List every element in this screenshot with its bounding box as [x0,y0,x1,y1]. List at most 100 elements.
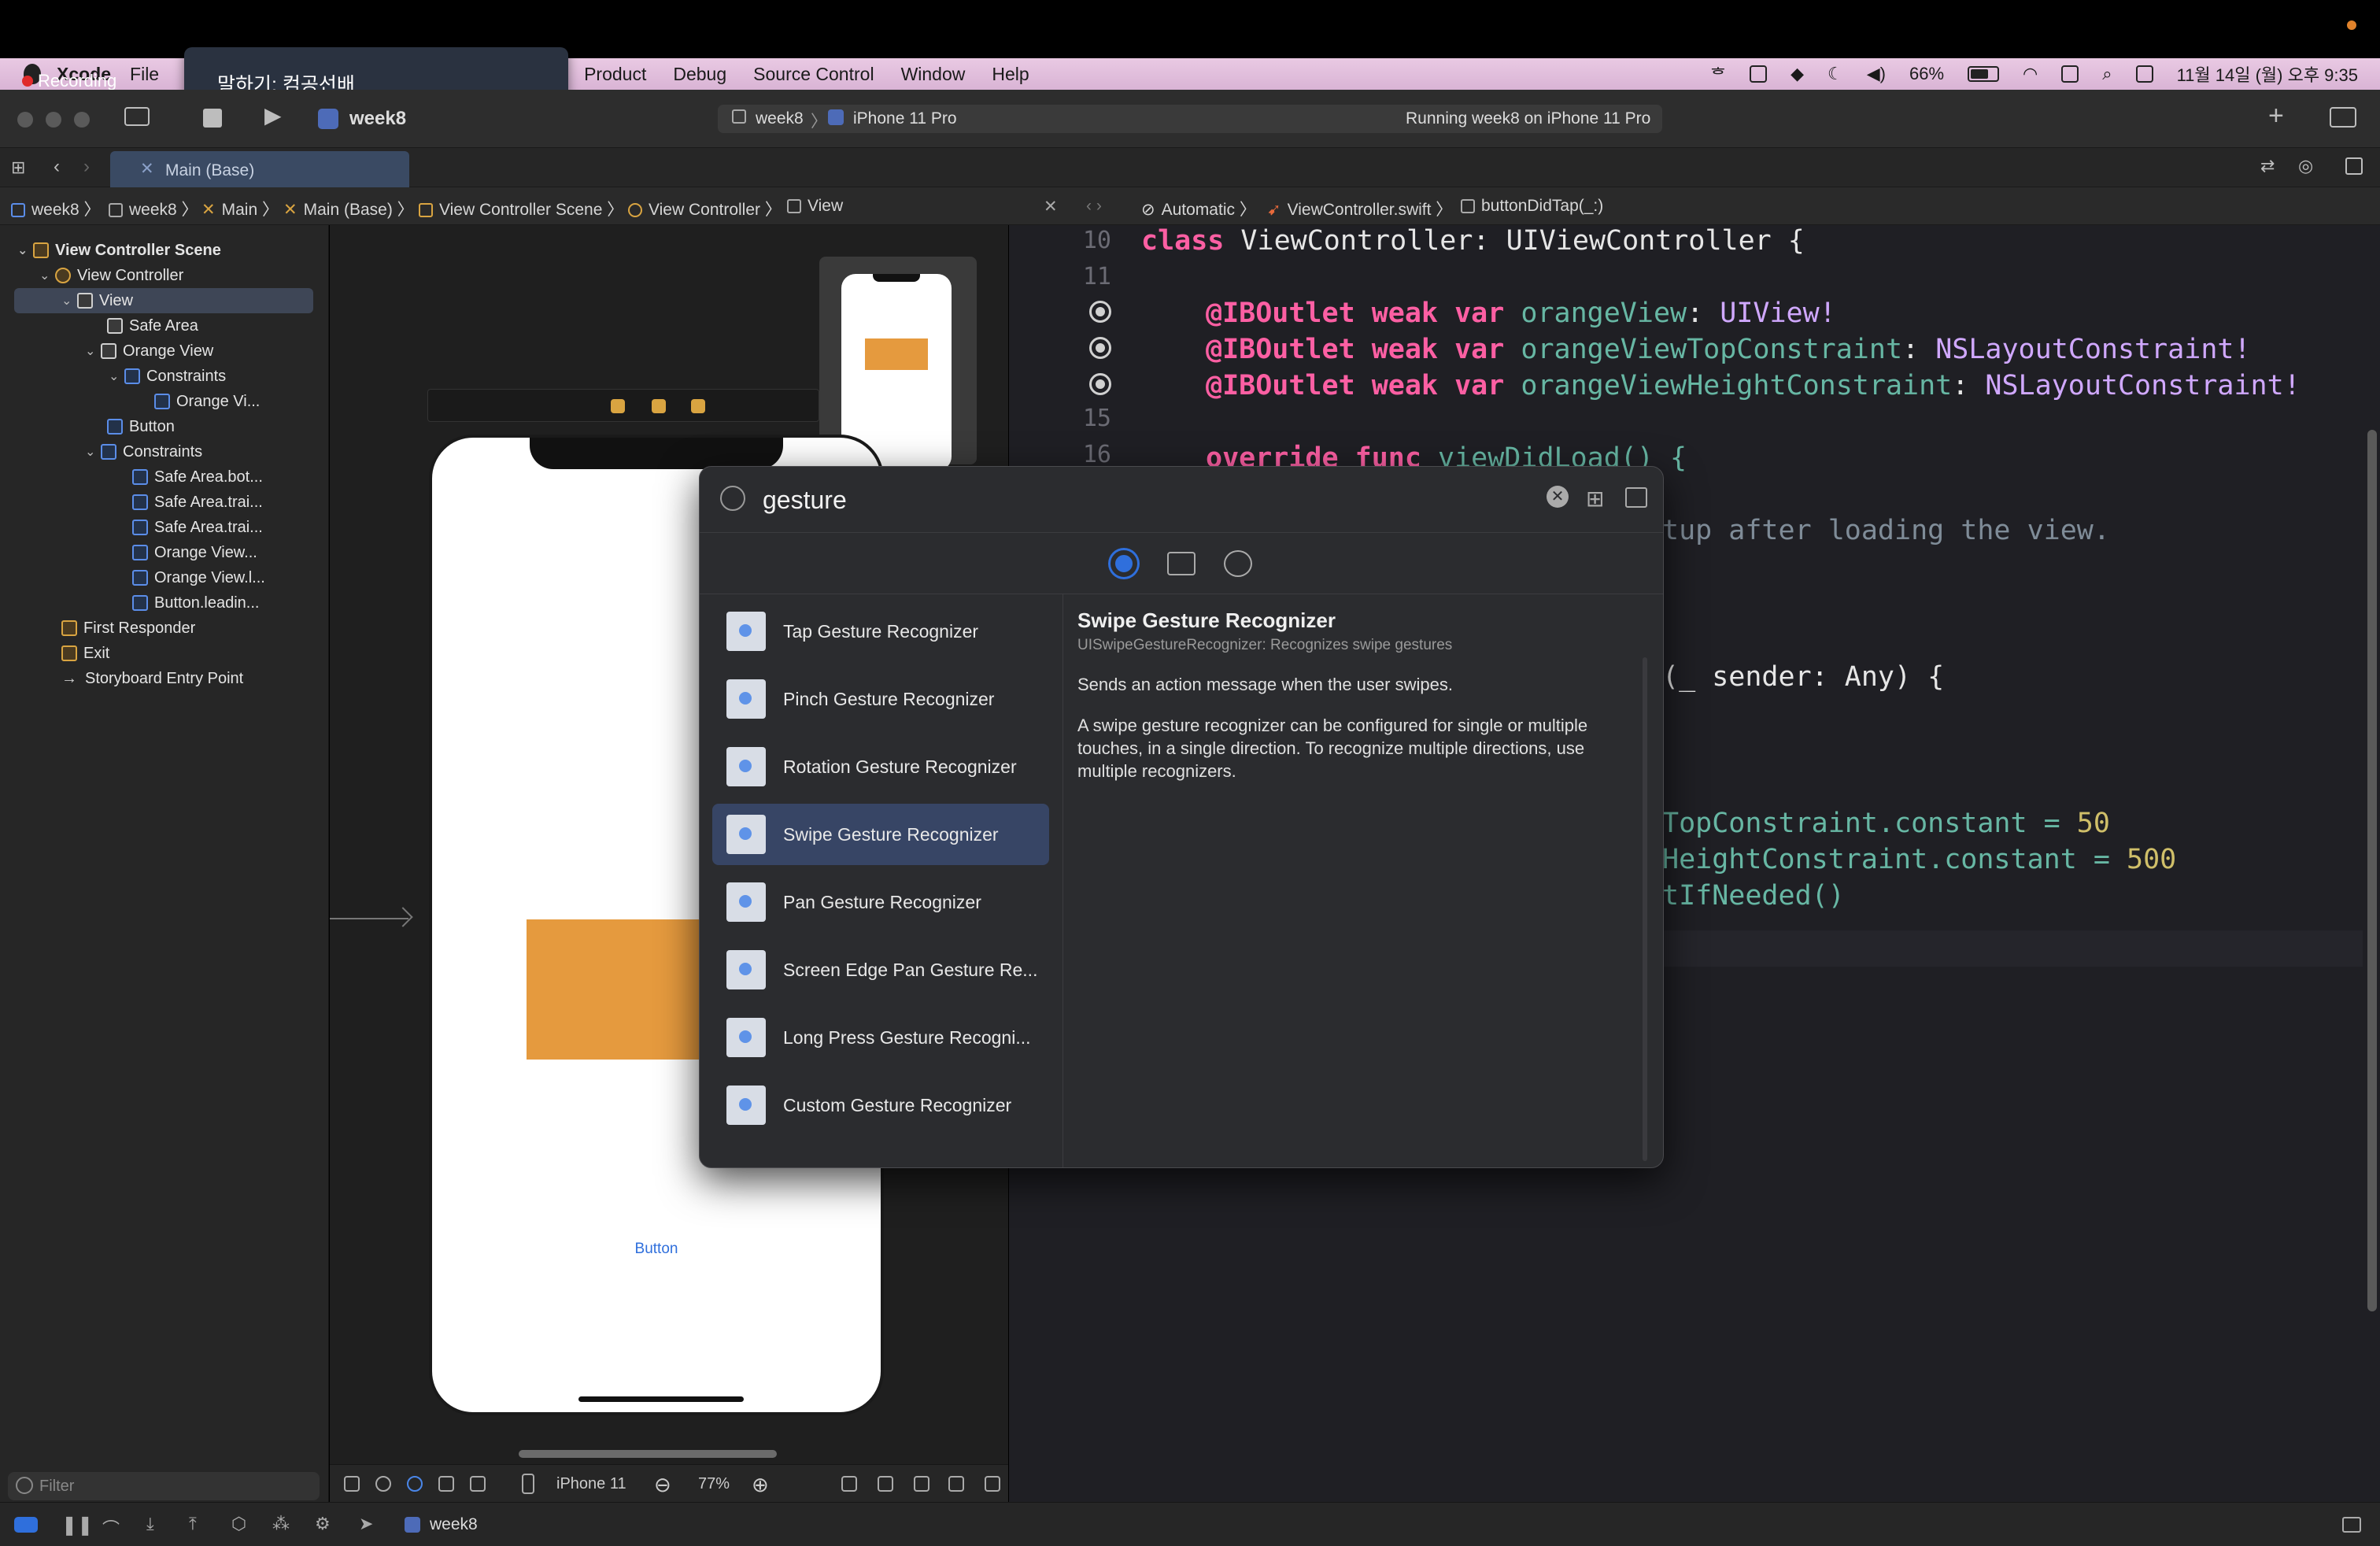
outline-row-constraint[interactable]: Orange View.l... [132,565,265,590]
breadcrumb-main[interactable]: ✕ Main 〉 [201,197,279,220]
scene-button[interactable]: Button [432,1241,881,1258]
minimize-window-icon[interactable] [46,112,61,128]
breadcrumb-swift-file[interactable]: ➹ ViewController.swift 〉 [1267,197,1452,220]
breadcrumb-scene[interactable]: View Controller Scene 〉 [419,197,623,220]
breadcrumb-main-base[interactable]: ✕ Main (Base) 〉 [283,197,414,220]
outline-row-view[interactable]: ⌄ View [14,288,313,313]
media-tab-icon[interactable] [1167,552,1196,575]
toggle-inspector-icon[interactable] [2330,107,2356,128]
toggle-outline-icon[interactable] [344,1476,360,1492]
library-item[interactable]: Custom Gesture Recognizer [712,1074,1049,1136]
align-icon[interactable] [878,1476,893,1492]
add-constraints-icon[interactable] [914,1476,929,1492]
swap-editor-icon[interactable]: ⇄ [2260,156,2275,176]
outline-row-constraint[interactable]: Safe Area.bot... [132,464,263,490]
colors-tab-icon[interactable] [1224,550,1252,577]
console-toggle-icon[interactable] [2342,1517,2361,1533]
library-item[interactable]: Long Press Gesture Recogni... [712,1007,1049,1068]
library-item[interactable]: Swipe Gesture Recognizer [712,804,1049,865]
clear-search-icon[interactable]: ✕ [1547,486,1569,508]
tab-main-base[interactable]: ✕ Main (Base) [110,151,409,187]
zoom-level[interactable]: 77% [698,1475,730,1493]
forward-icon[interactable]: › [83,156,90,178]
library-item[interactable]: Screen Edge Pan Gesture Re... [712,939,1049,1000]
outline-filter-field[interactable]: Filter [8,1472,320,1500]
scheme-selector[interactable]: week8 [756,109,804,128]
stop-button[interactable] [203,109,222,128]
environment-icon[interactable]: ⚙ [315,1514,331,1534]
pause-icon[interactable]: ❚❚ [61,1514,93,1537]
breadcrumb-folder[interactable]: week8 〉 [109,197,198,220]
window-layout-icon[interactable] [1750,65,1768,83]
step-over-icon[interactable]: ⌒ [102,1515,120,1540]
zoom-out-icon[interactable]: ⊖ [654,1473,671,1497]
location-icon[interactable]: ➤ [359,1514,373,1534]
outline-row-constraint[interactable]: Button.leadin... [132,590,259,616]
step-out-icon[interactable]: ⤒ [189,1514,197,1534]
outline-row-entry-point[interactable]: → Storyboard Entry Point [61,666,243,691]
view-hierarchy-icon[interactable]: ⬡ [231,1514,246,1534]
library-search-input[interactable] [763,481,1471,519]
objects-tab-icon[interactable] [1111,550,1137,577]
horizontal-scrollbar[interactable] [519,1450,777,1458]
outline-row-constraint[interactable]: Safe Area.trai... [132,490,263,515]
outline-row-constraint[interactable]: Safe Area.trai... [132,515,263,540]
embed-in-icon[interactable] [985,1476,1000,1492]
view-controller-icon[interactable] [611,399,625,413]
device-selector[interactable]: iPhone 11 Pro [853,109,957,128]
wifi-icon[interactable]: ◠ [2023,64,2038,84]
library-item[interactable]: Pan Gesture Recognizer [712,871,1049,933]
outline-row-constraint[interactable]: Orange View... [132,540,257,565]
detail-view-icon[interactable] [1625,487,1647,508]
adjust-editor-icon[interactable]: ◎ [2298,156,2313,176]
outline-row-constraints[interactable]: ⌄ Constraints [85,439,202,464]
detail-scrollbar[interactable] [1643,657,1647,1161]
grid-icon[interactable]: ⊞ [11,157,25,178]
toggle-navigator-icon[interactable] [124,107,150,126]
library-item[interactable]: Rotation Gesture Recognizer [712,736,1049,797]
breadcrumb-view-controller[interactable]: View Controller 〉 [628,197,782,220]
outline-row-safe-area[interactable]: Safe Area [107,313,198,338]
close-window-icon[interactable] [17,112,33,128]
moon-icon[interactable]: ☾ [1828,64,1843,84]
dark-mode-icon[interactable] [407,1476,423,1492]
outline-row-orange-view[interactable]: ⌄ Orange View [85,338,213,364]
menu-help[interactable]: Help [992,64,1029,85]
run-button[interactable]: ▶ [264,102,282,128]
split-editor-icon[interactable] [2345,157,2363,175]
breadcrumb-method[interactable]: buttonDidTap(_:) [1461,197,1603,216]
outline-row-view-controller[interactable]: ⌄ View Controller [39,263,183,288]
menu-product[interactable]: Product [584,64,646,85]
hangul-input-icon[interactable]: ᄒ [1710,61,1726,87]
outline-row-constraints[interactable]: ⌄ Constraints [109,364,226,389]
outline-row-button[interactable]: Button [107,414,175,439]
device-selector[interactable]: iPhone 11 [556,1475,626,1493]
step-into-icon[interactable]: ⤓ [146,1514,154,1534]
outline-row-first-responder[interactable]: First Responder [61,616,195,641]
menu-file[interactable]: File [130,64,159,85]
outlet-connection-icon[interactable] [1089,337,1111,359]
appearance-icon[interactable] [375,1476,391,1492]
outline-row-exit[interactable]: Exit [61,641,109,666]
project-name[interactable]: week8 [349,108,406,130]
dropbox-icon[interactable]: ◆ [1791,64,1804,84]
resolve-issues-icon[interactable] [948,1476,964,1492]
zoom-in-icon[interactable]: ⊕ [752,1473,769,1497]
control-center-icon[interactable] [2135,65,2153,83]
back-icon[interactable]: ‹ › [1086,197,1102,216]
outline-row-constraint[interactable]: Orange Vi... [154,389,260,414]
first-responder-icon[interactable] [652,399,666,413]
outline-row-scene[interactable]: ⌄ View Controller Scene [17,238,221,263]
device-icon[interactable] [522,1474,534,1494]
battery-icon[interactable] [1968,66,2000,82]
exit-icon[interactable] [691,399,705,413]
breadcrumb-automatic[interactable]: ⊘ Automatic 〉 [1141,197,1256,220]
outlet-connection-icon[interactable] [1089,301,1111,323]
breadcrumb-project[interactable]: week8 〉 [11,197,101,220]
update-frames-icon[interactable] [841,1476,857,1492]
zoom-window-icon[interactable] [74,112,90,128]
menu-source-control[interactable]: Source Control [753,64,874,85]
grid-view-icon[interactable]: ⊞ [1586,486,1604,512]
library-item[interactable]: Tap Gesture Recognizer [712,601,1049,662]
orientation-icon[interactable] [438,1476,454,1492]
